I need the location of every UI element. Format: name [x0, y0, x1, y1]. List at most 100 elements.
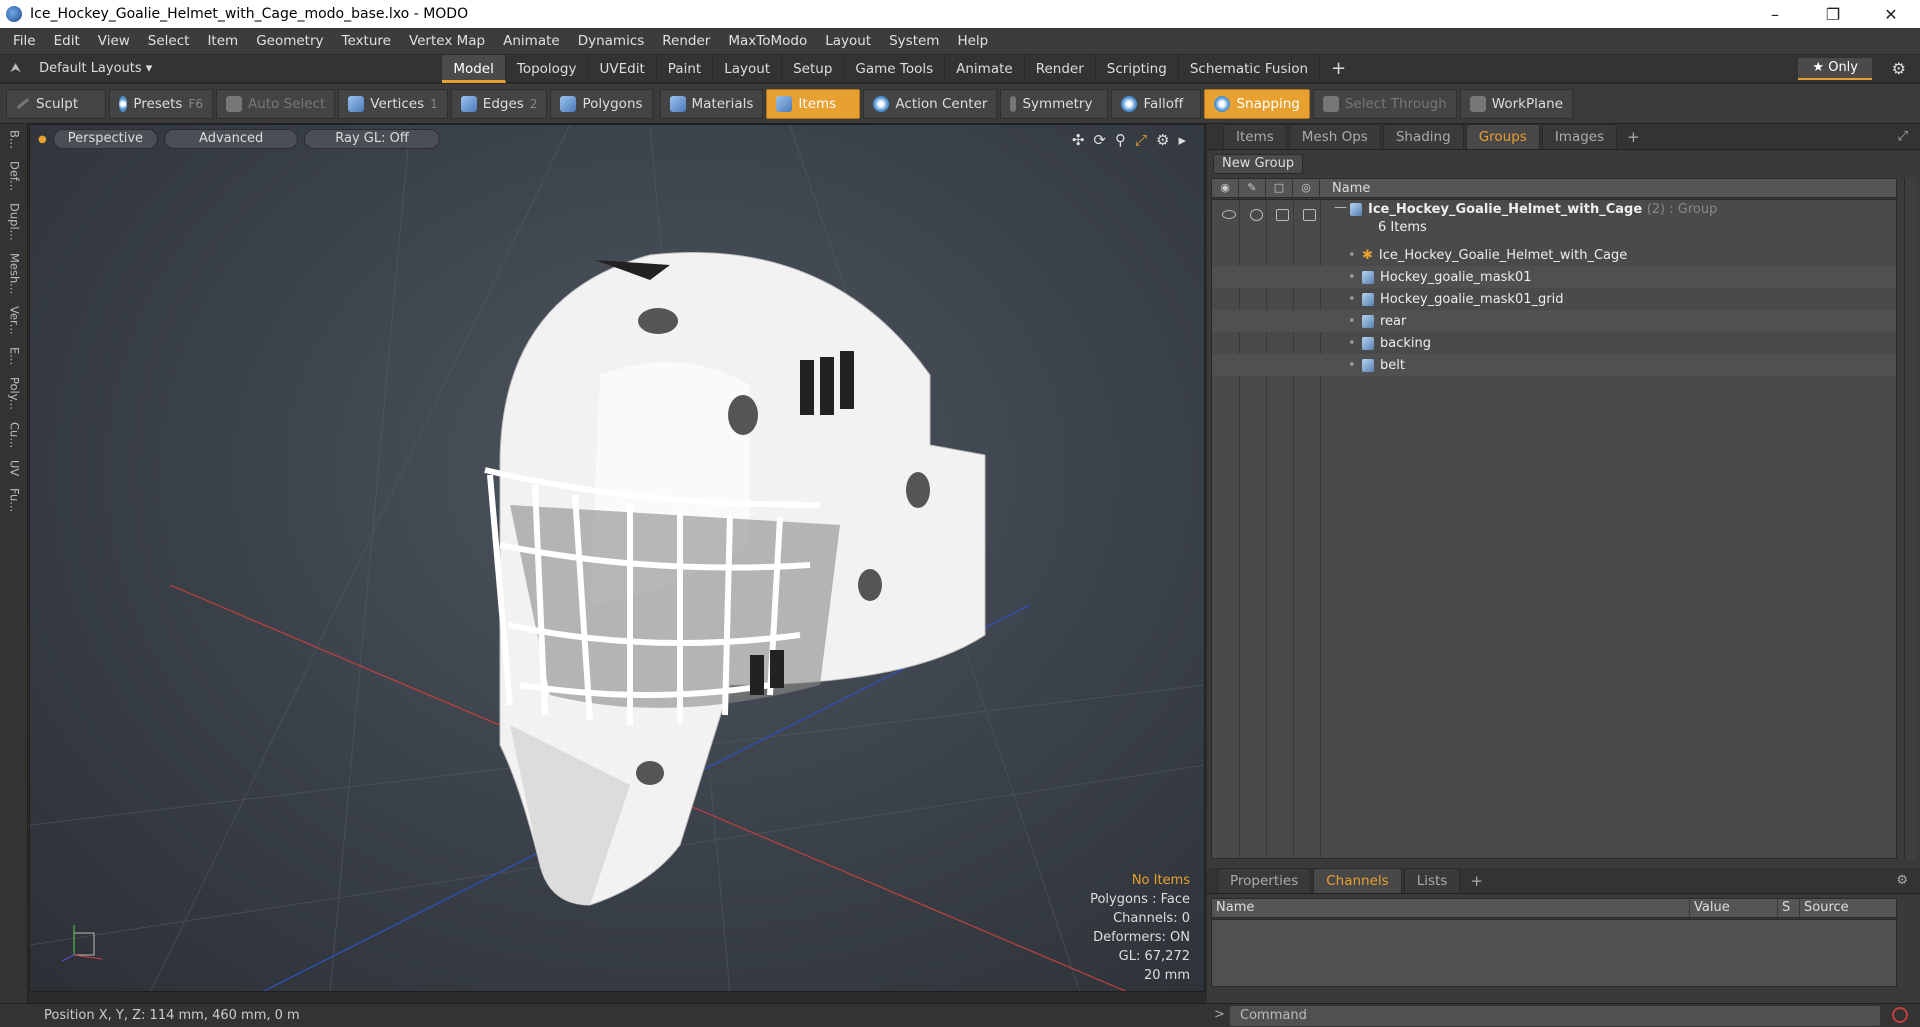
menu-view[interactable]: View — [89, 28, 139, 55]
symmetry-button[interactable]: Symmetry — [1000, 88, 1109, 119]
list-item[interactable]: • belt — [1212, 354, 1896, 376]
tab-layout[interactable]: Layout — [713, 54, 783, 83]
menu-file[interactable]: File — [4, 28, 45, 55]
add-lower-tab-icon[interactable]: + — [1470, 872, 1483, 890]
default-layouts-dropdown[interactable]: Default Layouts ▾ — [39, 61, 152, 76]
minimize-icon[interactable]: – — [1746, 0, 1804, 28]
polygons-button[interactable]: Polygons — [550, 88, 653, 119]
panel-tab-lists[interactable]: Lists — [1403, 868, 1461, 893]
restore-icon[interactable]: ❐ — [1804, 0, 1862, 28]
rotate-icon[interactable]: ⟳ — [1093, 131, 1106, 149]
panel-tab-images[interactable]: Images — [1541, 124, 1618, 149]
strip-tab-uv[interactable]: UV — [6, 454, 22, 482]
name-column-header[interactable]: Name — [1320, 181, 1370, 196]
raygl-dropdown[interactable]: Ray GL: Off — [304, 129, 440, 149]
list-item[interactable]: • ✱ Ice_Hockey_Goalie_Helmet_with_Cage — [1212, 244, 1896, 266]
strip-tab-mesh[interactable]: Mesh... — [6, 247, 22, 300]
menu-help[interactable]: Help — [948, 28, 997, 55]
collapse-toggle-icon[interactable]: — — [1334, 200, 1347, 215]
tab-setup[interactable]: Setup — [782, 54, 845, 83]
only-toggle[interactable]: ★ Only — [1798, 58, 1872, 80]
materials-button[interactable]: Materials — [659, 88, 764, 119]
workplane-button[interactable]: WorkPlane — [1459, 88, 1574, 119]
panel-tab-channels[interactable]: Channels — [1313, 868, 1402, 893]
render-col-icon[interactable]: ◎ — [1293, 178, 1320, 198]
tab-schematic-fusion[interactable]: Schematic Fusion — [1179, 54, 1321, 83]
select-toggle-icon[interactable] — [1276, 209, 1289, 221]
viewport-expand-icon[interactable]: ▸ — [1178, 131, 1186, 149]
strip-tab-b[interactable]: B... — [6, 124, 22, 155]
record-icon[interactable] — [1892, 1007, 1908, 1023]
list-item[interactable]: • backing — [1212, 332, 1896, 354]
vertices-button[interactable]: Vertices 1 — [338, 88, 448, 119]
strip-tab-curve[interactable]: Cu... — [6, 416, 22, 454]
add-panel-tab-icon[interactable]: + — [1627, 128, 1640, 146]
tab-animate[interactable]: Animate — [945, 54, 1025, 83]
strip-tab-deform[interactable]: Def... — [6, 155, 22, 197]
menu-vertex-map[interactable]: Vertex Map — [400, 28, 494, 55]
panel-tab-properties[interactable]: Properties — [1217, 868, 1312, 893]
groups-scrollbar[interactable] — [1904, 178, 1916, 859]
lock-col-icon[interactable]: ✎ — [1239, 178, 1266, 198]
list-item[interactable]: • Hockey_goalie_mask01 — [1212, 266, 1896, 288]
lock-toggle-icon[interactable] — [1250, 209, 1263, 221]
menu-maxtomodo[interactable]: MaxToModo — [719, 28, 816, 55]
auto-select-button[interactable]: Auto Select — [216, 88, 336, 119]
col-value[interactable]: Value — [1690, 899, 1778, 917]
menu-item[interactable]: Item — [198, 28, 247, 55]
snapping-button[interactable]: Snapping — [1204, 88, 1310, 119]
sculpt-button[interactable]: Sculpt — [6, 88, 106, 119]
tab-topology[interactable]: Topology — [506, 54, 589, 83]
gear-icon[interactable]: ⚙ — [1892, 59, 1906, 78]
collapse-arrow-icon[interactable]: ⮝ — [10, 61, 21, 76]
list-item[interactable]: • rear — [1212, 310, 1896, 332]
perspective-dropdown[interactable]: Perspective — [52, 129, 159, 149]
panel-tab-mesh-ops[interactable]: Mesh Ops — [1288, 124, 1381, 149]
viewport-gear-icon[interactable]: ⚙ — [1156, 131, 1169, 149]
group-row[interactable]: — Ice_Hockey_Goalie_Helmet_with_Cage (2)… — [1212, 200, 1896, 240]
menu-system[interactable]: System — [880, 28, 948, 55]
panel-tab-groups[interactable]: Groups — [1465, 124, 1540, 149]
zoom-icon[interactable]: ⚲ — [1115, 131, 1126, 149]
tab-render[interactable]: Render — [1025, 54, 1096, 83]
strip-tab-vertex[interactable]: Ver... — [6, 300, 22, 341]
menu-edit[interactable]: Edit — [45, 28, 89, 55]
panel-tab-items[interactable]: Items — [1223, 124, 1287, 149]
col-s[interactable]: S — [1778, 899, 1800, 917]
menu-animate[interactable]: Animate — [494, 28, 569, 55]
panel-tab-shading[interactable]: Shading — [1382, 124, 1464, 149]
menu-dynamics[interactable]: Dynamics — [569, 28, 654, 55]
visibility-eye-icon[interactable] — [1222, 210, 1236, 219]
menu-layout[interactable]: Layout — [816, 28, 880, 55]
presets-button[interactable]: Presets F6 — [109, 88, 213, 119]
panel-expand-icon[interactable]: ⤢ — [1898, 129, 1908, 144]
pan-icon[interactable]: ✣ — [1072, 131, 1085, 149]
strip-tab-duplicate[interactable]: Dupl... — [6, 197, 22, 247]
strip-tab-edge[interactable]: E... — [6, 341, 22, 371]
visibility-col-icon[interactable]: ◉ — [1212, 178, 1239, 198]
strip-tab-fusion[interactable]: Fu... — [6, 482, 22, 518]
tab-scripting[interactable]: Scripting — [1096, 54, 1179, 83]
falloff-button[interactable]: Falloff — [1111, 88, 1202, 119]
action-center-button[interactable]: Action Center — [863, 88, 998, 119]
menu-geometry[interactable]: Geometry — [247, 28, 332, 55]
col-name[interactable]: Name — [1212, 899, 1690, 917]
tab-model[interactable]: Model — [442, 54, 506, 83]
helmet-model[interactable] — [484, 252, 986, 906]
menu-texture[interactable]: Texture — [333, 28, 400, 55]
strip-tab-polygon[interactable]: Poly... — [6, 371, 22, 416]
menu-select[interactable]: Select — [139, 28, 199, 55]
tab-uvedit[interactable]: UVEdit — [589, 54, 657, 83]
close-icon[interactable]: ✕ — [1862, 0, 1920, 28]
list-item[interactable]: • Hockey_goalie_mask01_grid — [1212, 288, 1896, 310]
lower-panel-gear-icon[interactable]: ⚙ — [1896, 873, 1908, 888]
tab-paint[interactable]: Paint — [657, 54, 714, 83]
render-toggle-icon[interactable] — [1303, 209, 1316, 221]
command-input[interactable]: Command — [1230, 1006, 1880, 1026]
edges-button[interactable]: Edges 2 — [450, 88, 548, 119]
advanced-dropdown[interactable]: Advanced — [164, 129, 299, 149]
add-tab-icon[interactable]: + — [1320, 55, 1357, 83]
fit-icon[interactable]: ⤢ — [1135, 131, 1147, 149]
3d-viewport[interactable]: ● Perspective Advanced Ray GL: Off ✣ ⟳ ⚲… — [29, 124, 1205, 992]
select-through-button[interactable]: Select Through — [1312, 88, 1457, 119]
